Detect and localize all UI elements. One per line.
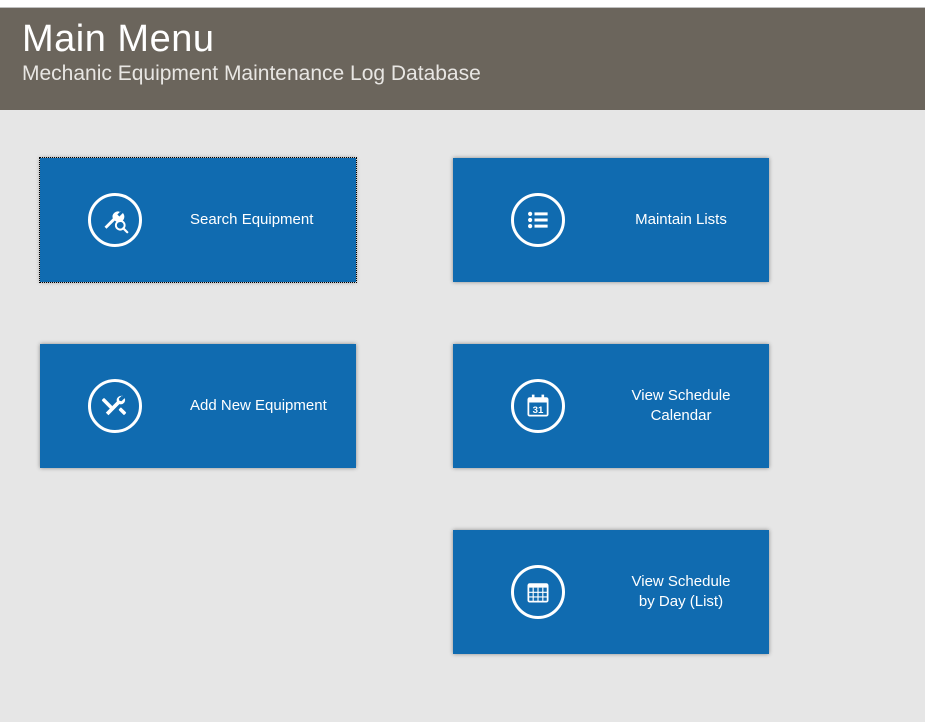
maintain-lists-button[interactable]: Maintain Lists [453, 158, 769, 282]
page-title: Main Menu [22, 20, 903, 60]
tile-label: View Schedule Calendar [623, 386, 769, 425]
tile-label: Search Equipment [190, 210, 356, 230]
search-equipment-button[interactable]: Search Equipment [40, 158, 356, 282]
tile-label: Add New Equipment [190, 396, 356, 416]
calendar-date-icon: 31 [453, 379, 623, 433]
search-wrench-icon [40, 193, 190, 247]
view-schedule-calendar-button[interactable]: 31 View Schedule Calendar [453, 344, 769, 468]
page-subtitle: Mechanic Equipment Maintenance Log Datab… [22, 62, 903, 86]
tools-icon [40, 379, 190, 433]
add-new-equipment-button[interactable]: Add New Equipment [40, 344, 356, 468]
window-top-strip [0, 0, 925, 8]
main-menu-area: Search Equipment Maintain Lists [0, 110, 925, 158]
view-schedule-by-day-button[interactable]: View Schedule by Day (List) [453, 530, 769, 654]
page-header: Main Menu Mechanic Equipment Maintenance… [0, 8, 925, 110]
tile-label: View Schedule by Day (List) [623, 572, 769, 611]
tile-label: Maintain Lists [623, 210, 769, 230]
svg-text:31: 31 [533, 405, 544, 416]
calendar-grid-icon [453, 565, 623, 619]
list-icon [453, 193, 623, 247]
